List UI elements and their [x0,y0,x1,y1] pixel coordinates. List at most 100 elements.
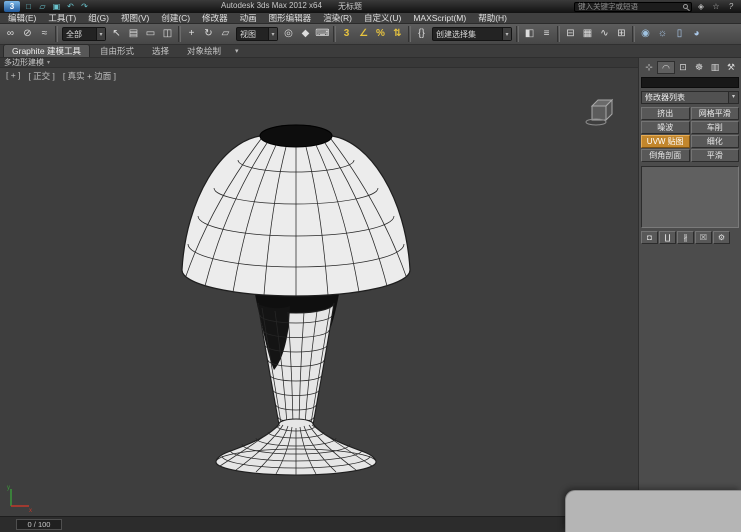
menu-item-edit[interactable]: 编辑(E) [2,13,42,23]
spinner-snap-button[interactable]: ⇅ [389,25,406,43]
undo-button[interactable]: ↶ [65,1,76,12]
lamp-model[interactable] [170,120,426,510]
unlink-selection-button[interactable]: ⊘ [19,25,36,43]
polygon-modeling-panel[interactable]: 多边形建模 [4,58,44,67]
menu-item-rendering[interactable]: 渲染(R) [317,13,358,23]
curve-editor-button[interactable]: ∿ [596,25,613,43]
search-icon[interactable] [683,4,688,9]
bind-to-spacewarp-button[interactable]: ≈ [36,25,53,43]
create-tab-icon: ⊹ [645,62,653,72]
window-crossing-toggle[interactable]: ◫ [159,25,176,43]
modifier-button-meshsmooth[interactable]: 网格平滑 [690,107,739,120]
menu-item-group[interactable]: 组(G) [82,13,115,23]
menu-item-help[interactable]: 帮助(H) [472,13,513,23]
infocenter-search[interactable]: 键入关键字或短语 [574,1,692,12]
ribbon-toggle-button[interactable]: ▦ [579,25,596,43]
toolbar-separator [55,26,58,42]
layer-manager-button[interactable]: ⊟ [562,25,579,43]
pin-stack-button[interactable]: ◘ [641,231,658,244]
open-file-button[interactable]: ▱ [37,1,48,12]
select-by-name-button[interactable]: ▤ [125,25,142,43]
time-slider-handle[interactable]: 0 / 100 [16,519,62,530]
chevron-down-icon: ▾ [47,60,51,66]
modifier-list-label: 修改器列表 [645,93,685,102]
select-and-link-button[interactable]: ∞ [2,25,19,43]
menu-item-views[interactable]: 视图(V) [115,13,155,23]
menu-item-maxscript[interactable]: MAXScript(M) [407,13,472,23]
keyboard-override-toggle[interactable]: ⌨ [314,25,331,43]
mirror-button[interactable]: ◧ [521,25,538,43]
named-selection-dropdown[interactable]: 创建选择集 ▾ [432,27,512,41]
show-end-result-button[interactable]: ∐ [659,231,676,244]
modifier-button-bevel-profile[interactable]: 倒角剖面 [641,149,690,162]
svg-text:x: x [29,508,32,512]
redo-icon: ↷ [81,2,88,11]
modifier-button-extrude[interactable]: 挤出 [641,107,690,120]
remove-modifier-button[interactable]: ☒ [695,231,712,244]
tab-motion[interactable]: ☸ [691,61,707,74]
viewcube[interactable] [582,94,622,128]
modifier-button-uvw-map[interactable]: UVW 贴图 [641,135,690,148]
time-slider[interactable]: 0 / 100 [0,516,638,532]
render-production-button[interactable]: ◕ [688,25,705,43]
schematic-view-button[interactable]: ⊞ [613,25,630,43]
menu-item-tools[interactable]: 工具(T) [42,13,82,23]
tab-utilities[interactable]: ⚒ [723,61,739,74]
select-cursor-icon: ↖ [112,28,121,39]
percent-snap-button[interactable]: % [372,25,389,43]
save-file-button[interactable]: ▣ [51,1,62,12]
pivot-center-icon: ◎ [284,28,293,39]
modifier-button-lathe[interactable]: 车削 [690,121,739,134]
modifier-stack-list[interactable] [641,166,739,228]
angle-snap-button[interactable]: ∠ [355,25,372,43]
tab-create[interactable]: ⊹ [641,61,657,74]
configure-modifier-sets-button[interactable]: ⚙ [713,231,730,244]
selection-filter-dropdown[interactable]: 全部 ▾ [62,27,106,41]
ribbon-tab-object-paint[interactable]: 对象绘制 [179,45,229,57]
application-button[interactable]: 3 [4,1,20,12]
viewport-menu-pov[interactable]: [ 正交 ] [28,70,54,82]
modifier-button-tessellate[interactable]: 细化 [690,135,739,148]
select-and-rotate-button[interactable]: ↻ [200,25,217,43]
align-button[interactable]: ≡ [538,25,555,43]
select-object-button[interactable]: ↖ [108,25,125,43]
material-editor-button[interactable]: ◉ [637,25,654,43]
tab-display[interactable]: ▥ [707,61,723,74]
ribbon-tab-selection[interactable]: 选择 [144,45,177,57]
use-pivot-center-button[interactable]: ◎ [280,25,297,43]
help-button[interactable]: ? [725,1,737,12]
favorites-button[interactable]: ☆ [710,1,722,12]
modifier-list-dropdown[interactable]: 修改器列表 ▾ [641,91,739,104]
menu-item-animation[interactable]: 动画 [234,13,263,23]
ribbon-tab-graphite-modeling[interactable]: Graphite 建模工具 [3,44,90,57]
menu-item-modifiers[interactable]: 修改器 [196,13,234,23]
rotate-icon: ↻ [204,28,213,39]
viewport[interactable]: [ + ] [ 正交 ] [ 真实 + 边面 ] y x [0,68,638,516]
redo-button[interactable]: ↷ [79,1,90,12]
communication-center-button[interactable]: ◈ [695,1,707,12]
ribbon-minimize-chevron-icon[interactable]: ▾ [231,47,243,57]
snap-toggle-button[interactable]: 3 [338,25,355,43]
rendered-frame-button[interactable]: ▯ [671,25,688,43]
menu-item-create[interactable]: 创建(C) [155,13,196,23]
make-unique-button[interactable]: ∦ [677,231,694,244]
modifier-button-smooth[interactable]: 平滑 [690,149,739,162]
toolbar-separator [557,26,560,42]
select-and-manipulate-button[interactable]: ◆ [297,25,314,43]
object-name-field[interactable] [641,77,739,88]
render-setup-button[interactable]: ☼ [654,25,671,43]
menu-item-customize[interactable]: 自定义(U) [358,13,407,23]
viewport-menu-general[interactable]: [ + ] [6,70,20,82]
ribbon-tab-freeform[interactable]: 自由形式 [92,45,142,57]
new-file-button[interactable]: □ [23,1,34,12]
tab-modify[interactable]: ◠ [657,61,675,74]
menu-item-graph-editors[interactable]: 图形编辑器 [263,13,318,23]
modifier-button-noise[interactable]: 噪波 [641,121,690,134]
tab-hierarchy[interactable]: ⊡ [675,61,691,74]
select-and-move-button[interactable]: + [183,25,200,43]
edit-named-sets-button[interactable]: {} [413,25,430,43]
viewport-menu-shading[interactable]: [ 真实 + 边面 ] [63,70,116,82]
select-and-scale-button[interactable]: ▱ [217,25,234,43]
rectangular-selection-button[interactable]: ▭ [142,25,159,43]
reference-coordsys-dropdown[interactable]: 视图 ▾ [236,27,278,41]
